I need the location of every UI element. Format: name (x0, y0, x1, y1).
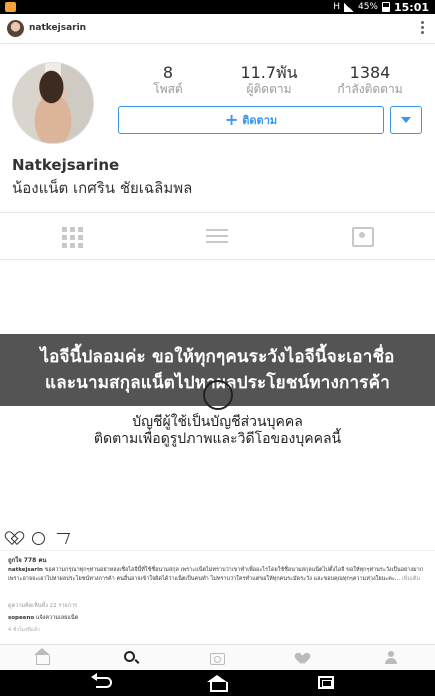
battery-icon (381, 2, 390, 12)
stat-following[interactable]: 1384 กำลังติดตาม (320, 63, 420, 97)
comment-icon[interactable] (32, 531, 45, 545)
post-timestamp: 4 ชั่วโมงที่แล้ว (8, 627, 40, 633)
private-notice-line-1: บัญชีผู้ใช้เป็นบัญชีส่วนบุคคล (132, 414, 303, 430)
bottom-navigation (0, 644, 435, 670)
chevron-down-icon (401, 117, 411, 123)
grid-view-icon[interactable] (62, 227, 84, 248)
more-options-icon[interactable] (421, 21, 425, 34)
status-icons: H 45% 15:01 (333, 0, 429, 14)
stat-following-value: 1384 (349, 63, 391, 82)
private-account-notice: บัญชีผู้ใช้เป็นบัญชีส่วนบุคคล ติดตามเพื่… (0, 414, 435, 448)
stat-posts-label: โพสต์ (153, 82, 183, 96)
stat-followers-label: ผู้ติดตาม (246, 82, 292, 96)
post-caption: natkejsarin ขอความกรุณาทุกๆท่านอย่าหลงเช… (8, 566, 426, 584)
profile-full-name: Natkejsarine (12, 156, 120, 174)
activity-heart-icon[interactable] (297, 653, 311, 665)
stat-following-label: กำลังติดตาม (337, 82, 403, 96)
header-avatar[interactable] (7, 20, 24, 37)
recent-apps-icon[interactable] (318, 676, 334, 689)
network-type: H (333, 2, 340, 12)
like-count[interactable]: ถูกใจ 778 คน (8, 555, 47, 565)
like-icon[interactable] (8, 532, 22, 544)
follow-button[interactable]: + ติดตาม (118, 106, 384, 134)
back-icon[interactable] (91, 673, 112, 688)
comment-username[interactable]: sopeeno (8, 615, 34, 621)
stat-followers-value: 11.7พัน (240, 63, 298, 82)
tagged-photos-icon[interactable] (352, 227, 374, 247)
comment-item: sopeeno แจ้งความเลยแน็ต (8, 614, 78, 622)
home-button-icon[interactable] (207, 675, 228, 692)
caption-username[interactable]: natkejsarin (8, 567, 43, 573)
list-view-icon[interactable] (206, 227, 228, 247)
home-icon[interactable] (34, 648, 50, 665)
loading-spinner-icon (203, 380, 233, 410)
warning-line-1: ไอจีนี้ปลอมค่ะ ขอให้ทุกๆคนระวังไอจีนี้จะ… (40, 347, 395, 367)
profile-view-tabs (0, 212, 435, 260)
suggested-dropdown-button[interactable] (390, 106, 422, 134)
plus-icon: + (224, 110, 239, 129)
post-action-row (8, 530, 71, 546)
notification-app-icon (5, 2, 16, 12)
camera-icon[interactable] (210, 653, 225, 665)
caption-text: ขอความกรุณาทุกๆท่านอย่าหลงเชื่อไอจีนี้ที… (8, 567, 424, 582)
signal-icon (343, 2, 354, 12)
divider (0, 550, 435, 551)
system-navigation-bar (0, 670, 435, 696)
profile-bio: น้องแน็ต เกศริน ชัยเฉลิมพล (12, 179, 193, 197)
more-link[interactable]: เพิ่มเติม (402, 576, 420, 582)
share-icon[interactable] (52, 532, 71, 544)
follow-label: ติดตาม (242, 114, 278, 127)
profile-avatar[interactable] (12, 62, 94, 144)
profile-icon[interactable] (385, 651, 397, 665)
private-notice-line-2: ติดตามเพื่อดูรูปภาพและวิดีโอของบุคคลนี้ (93, 431, 342, 447)
view-all-comments-link[interactable]: ดูความคิดเห็นทั้ง 22 รายการ (8, 602, 77, 610)
battery-percent: 45% (357, 2, 378, 12)
stat-posts[interactable]: 8 โพสต์ (118, 63, 218, 97)
header-username: natkejsarin (29, 23, 87, 33)
search-icon[interactable] (124, 651, 135, 662)
stat-followers[interactable]: 11.7พัน ผู้ติดตาม (219, 63, 319, 97)
clock: 15:01 (393, 0, 429, 14)
comment-text: แจ้งความเลยแน็ต (35, 615, 79, 621)
stat-posts-value: 8 (162, 63, 174, 82)
profile-header-bar: natkejsarin (0, 14, 435, 44)
status-bar: H 45% 15:01 (0, 0, 435, 14)
